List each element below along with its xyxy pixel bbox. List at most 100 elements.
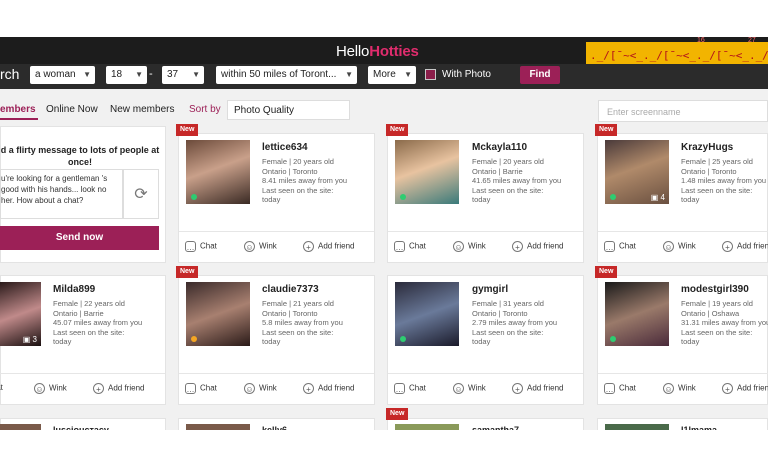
with-photo-checkbox[interactable] [425,69,436,80]
chevron-down-icon: ▼ [345,70,353,79]
chat-icon: … [604,383,615,394]
profile-name[interactable]: gymgirl [472,284,508,295]
age-to-select[interactable]: 37 ▼ [162,66,204,84]
profile-details: Female | 21 years old Ontario | Toronto 5.… [262,299,343,346]
online-status-icon [400,194,406,200]
find-button[interactable]: Find [520,66,560,84]
profile-name[interactable]: Milda899 [53,284,95,295]
profile-details: Female | 31 years old Ontario | Toronto 2.… [472,299,558,346]
profile-photo[interactable]: ▣ 3 [0,282,41,346]
chat-button[interactable]: … Chat [394,241,426,252]
age-from-select[interactable]: 18 ▼ [106,66,147,84]
flirt-title: d a flirty message to lots of people at … [0,145,160,167]
divider [388,373,583,374]
more-select[interactable]: More ▼ [368,66,416,84]
chat-button[interactable]: … Chat [185,241,217,252]
tab-online-now[interactable]: Online Now [46,104,98,115]
profile-photo[interactable] [395,282,459,346]
profile-photo[interactable] [186,140,250,204]
add-friend-button[interactable]: +Add friend [512,383,563,394]
site-logo[interactable]: HelloHotties [336,43,419,60]
chevron-down-icon: ▼ [404,70,412,79]
profile-details: Female | 25 years old Ontario | Toronto 1.… [681,157,767,204]
chat-icon: … [394,241,405,252]
chat-button[interactable]: … Chat [185,383,217,394]
divider [598,231,768,232]
wink-icon: ☺ [663,383,674,394]
age-separator: - [149,68,153,80]
profile-name[interactable]: KrazyHugs [681,142,733,153]
distance-select[interactable]: within 50 miles of Toront... ▼ [216,66,357,84]
wink-icon: ☺ [244,241,255,252]
chevron-down-icon: ▼ [83,70,91,79]
profile-photo[interactable] [395,140,459,204]
divider [179,231,374,232]
online-status-icon [400,336,406,342]
add-friend-button[interactable]: +Add friend [93,383,144,394]
chat-button[interactable]: … Chat [604,383,636,394]
wink-button[interactable]: ☺ Wink [663,383,696,394]
search-label: rch [0,66,20,82]
bottom-frame [0,430,768,449]
new-badge: New [176,124,199,136]
online-status-icon [610,336,616,342]
send-now-button[interactable]: Send now [0,226,159,250]
flirt-message-text[interactable]: u're looking for a gentleman 's good wit… [0,169,123,219]
camera-icon: ▣ 4 [650,193,665,202]
profile-photo[interactable]: ▣ 4 [605,140,669,204]
new-badge: New [176,266,199,278]
refresh-icon[interactable]: ⟳ [123,169,159,219]
camera-icon: ▣ 3 [22,335,37,344]
wink-icon: ☺ [663,241,674,252]
profile-name[interactable]: modestgirl390 [681,284,749,295]
profile-name[interactable]: claudie7373 [262,284,319,295]
wink-button[interactable]: ☺ Wink [244,383,277,394]
sort-by-label: Sort by [189,104,221,115]
tab-members[interactable]: embers [0,104,36,115]
active-tab-indicator [0,118,38,120]
add-friend-button[interactable]: +Add friend [722,241,768,252]
chat-icon: … [185,383,196,394]
plus-icon: + [722,241,733,252]
chat-button[interactable]: … Chat [604,241,636,252]
wink-button[interactable]: ☺ Wink [453,241,486,252]
chevron-down-icon: ▼ [192,70,200,79]
divider [598,373,768,374]
online-status-icon [191,194,197,200]
wink-icon: ☺ [453,383,464,394]
plus-icon: + [722,383,733,394]
with-photo-label: With Photo [442,69,491,80]
screenname-search-input[interactable]: Enter screenname [598,100,768,122]
profile-name[interactable]: lettice634 [262,142,308,153]
profile-photo[interactable] [605,282,669,346]
wink-icon: ☺ [244,383,255,394]
wink-button[interactable]: ☺ Wink [244,241,277,252]
divider [388,231,583,232]
plus-icon: + [93,383,104,394]
wink-button[interactable]: ☺ Wink [34,383,67,394]
add-friend-button[interactable]: +Add friend [722,383,768,394]
sort-select[interactable]: Photo Quality [227,100,350,120]
add-friend-button[interactable]: +Add friend [303,383,354,394]
new-badge: New [386,408,409,420]
wink-button[interactable]: ☺ Wink [453,383,486,394]
divider [179,373,374,374]
profile-photo[interactable] [186,282,250,346]
tab-new-members[interactable]: New members [110,104,174,115]
new-badge: New [595,266,618,278]
online-status-icon [610,194,616,200]
wink-button[interactable]: ☺ Wink [663,241,696,252]
gender-select[interactable]: a woman ▼ [30,66,95,84]
chat-icon: … [394,383,405,394]
chat-button[interactable]: Chat [0,383,3,392]
chevron-down-icon: ▼ [135,70,143,79]
wink-icon: ☺ [453,241,464,252]
new-badge: New [386,124,409,136]
profile-name[interactable]: Mckayla110 [472,142,527,153]
chat-icon: … [604,241,615,252]
wink-icon: ☺ [34,383,45,394]
add-friend-button[interactable]: +Add friend [512,241,563,252]
plus-icon: + [512,241,523,252]
add-friend-button[interactable]: +Add friend [303,241,354,252]
chat-button[interactable]: … Chat [394,383,426,394]
